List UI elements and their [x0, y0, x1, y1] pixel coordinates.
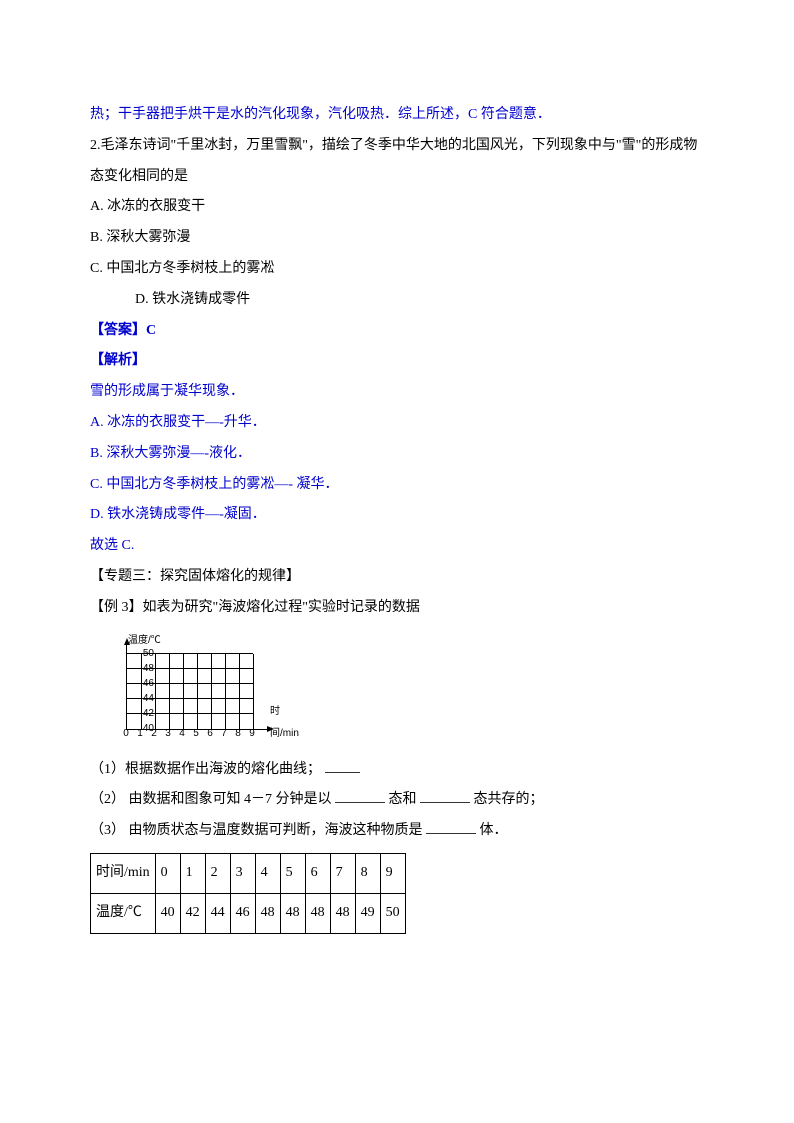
topic-3-label: 【专题三：探究固体熔化的规律】 [90, 562, 704, 593]
cell: 49 [355, 893, 380, 933]
cell: 3 [230, 853, 255, 893]
q2-option-b: B. 深秋大雾弥漫 [90, 223, 704, 254]
q-part-2b: 态和 [389, 792, 417, 807]
cell: 0 [155, 853, 180, 893]
cell: 2 [205, 853, 230, 893]
xtick: 3 [165, 723, 171, 745]
example-3-label: 【例 3】如表为研究"海波熔化过程"实验时记录的数据 [90, 593, 704, 624]
q-part-2: （2） 由数据和图象可知 4－7 分钟是以 态和 态共存的； [90, 785, 704, 816]
q-part-3a: （3） 由物质状态与温度数据可判断，海波这种物质是 [90, 823, 423, 838]
cell: 5 [280, 853, 305, 893]
cell: 48 [330, 893, 355, 933]
xtick: 9 [249, 723, 255, 745]
blank-field [325, 758, 360, 773]
cell: 8 [355, 853, 380, 893]
table-row: 温度/℃ 40 42 44 46 48 48 48 48 49 50 [91, 893, 406, 933]
xtick: 6 [207, 723, 213, 745]
q-part-2a: （2） 由数据和图象可知 4－7 分钟是以 [90, 792, 332, 807]
cell: 50 [380, 893, 405, 933]
chart-grid: 温度/℃ 50 48 46 44 [100, 632, 300, 747]
q-part-2c: 态共存的； [474, 792, 544, 807]
xtick: 4 [179, 723, 185, 745]
cell: 42 [180, 893, 205, 933]
data-table: 时间/min 0 1 2 3 4 5 6 7 8 9 温度/℃ 40 42 44… [90, 853, 406, 934]
xtick: 2 [151, 723, 157, 745]
q-part-3: （3） 由物质状态与温度数据可判断，海波这种物质是 体． [90, 816, 704, 847]
cell: 48 [305, 893, 330, 933]
analysis-5: D. 铁水浇铸成零件—-凝固． [90, 500, 704, 531]
table-row: 时间/min 0 1 2 3 4 5 6 7 8 9 [91, 853, 406, 893]
cell: 40 [155, 893, 180, 933]
blank-field [335, 788, 385, 803]
analysis-label: 【解析】 [90, 346, 704, 377]
xtick: 5 [193, 723, 199, 745]
blank-field [420, 788, 470, 803]
row2-header: 温度/℃ [91, 893, 156, 933]
analysis-4: C. 中国北方冬季树枝上的雾凇—- 凝华． [90, 470, 704, 501]
q-part-1-text: （1）根据数据作出海波的熔化曲线； [90, 762, 321, 777]
analysis-1: 雪的形成属于凝华现象． [90, 377, 704, 408]
cell: 48 [255, 893, 280, 933]
cell: 9 [380, 853, 405, 893]
analysis-2: A. 冰冻的衣服变干—-升华． [90, 408, 704, 439]
q2-option-d: D. 铁水浇铸成零件 [90, 285, 704, 316]
q-part-1: （1）根据数据作出海波的熔化曲线； [90, 755, 704, 786]
xtick: 1 [137, 723, 143, 745]
cell: 1 [180, 853, 205, 893]
answer-label: 【答案】C [90, 316, 704, 347]
xtick: 0 [123, 723, 129, 745]
xtick: 7 [221, 723, 227, 745]
cell: 48 [280, 893, 305, 933]
q2-stem: 2.毛泽东诗词"千里冰封，万里雪飘"，描绘了冬季中华大地的北国风光，下列现象中与… [90, 131, 704, 193]
row1-header: 时间/min [91, 853, 156, 893]
x-axis-label: 时间/min [270, 701, 300, 745]
cell: 46 [230, 893, 255, 933]
analysis-6: 故选 C. [90, 531, 704, 562]
xtick: 8 [235, 723, 241, 745]
blank-field [426, 819, 476, 834]
cell: 4 [255, 853, 280, 893]
cell: 44 [205, 893, 230, 933]
page: 热；干手器把手烘干是水的汽化现象，汽化吸热．综上所述，C 符合题意． 2.毛泽东… [0, 0, 794, 934]
cell: 7 [330, 853, 355, 893]
q2-option-c: C. 中国北方冬季树枝上的雾凇 [90, 254, 704, 285]
q-part-3b: 体． [480, 823, 508, 838]
cell: 6 [305, 853, 330, 893]
analysis-3: B. 深秋大雾弥漫—-液化． [90, 439, 704, 470]
intro-partial: 热；干手器把手烘干是水的汽化现象，汽化吸热．综上所述，C 符合题意． [90, 100, 704, 131]
q2-option-a: A. 冰冻的衣服变干 [90, 192, 704, 223]
